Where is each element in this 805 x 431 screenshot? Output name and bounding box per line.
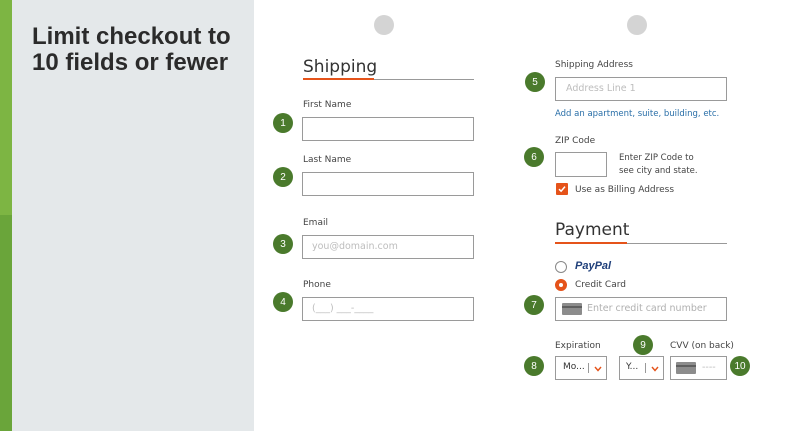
field-number-badge: 8 xyxy=(524,356,544,376)
field-number-badge: 5 xyxy=(525,72,545,92)
email-placeholder: you@domain.com xyxy=(312,241,398,252)
expiration-year-select[interactable]: Y... xyxy=(619,356,664,380)
select-divider xyxy=(645,363,646,373)
binder-hole-right xyxy=(627,15,647,35)
field-number-badge: 10 xyxy=(730,356,750,376)
shipping-address-label: Shipping Address xyxy=(555,60,633,70)
payment-heading: Payment xyxy=(555,220,630,240)
shipping-address-field[interactable]: Address Line 1 xyxy=(555,77,727,101)
last-name-label: Last Name xyxy=(303,155,352,165)
chevron-down-icon xyxy=(651,366,659,372)
paypal-logo-text: PayPal xyxy=(575,260,612,272)
credit-card-icon xyxy=(562,303,582,315)
expiration-label: Expiration xyxy=(555,341,601,351)
binder-hole-left xyxy=(374,15,394,35)
paypal-radio[interactable] xyxy=(555,261,567,273)
credit-card-number-field[interactable]: Enter credit card number xyxy=(555,297,727,321)
shipping-heading: Shipping xyxy=(303,57,378,77)
credit-card-radio[interactable] xyxy=(555,279,567,291)
paypal-logo: PayPal xyxy=(575,260,611,272)
card-number-placeholder: Enter credit card number xyxy=(587,303,707,314)
cvv-placeholder: ---- xyxy=(702,362,716,373)
expiration-month-select[interactable]: Mo... xyxy=(555,356,607,380)
shipping-heading-accent xyxy=(303,78,374,80)
chevron-down-icon xyxy=(594,366,602,372)
checkmark-icon xyxy=(558,186,566,193)
payment-heading-accent xyxy=(555,242,627,244)
email-field[interactable]: you@domain.com xyxy=(302,235,474,259)
field-number-badge: 7 xyxy=(524,295,544,315)
expiration-year-value: Y... xyxy=(626,362,639,372)
phone-placeholder: (___) ___-____ xyxy=(312,303,374,314)
first-name-field[interactable] xyxy=(302,117,474,141)
add-address-line-link[interactable]: Add an apartment, suite, building, etc. xyxy=(555,109,719,119)
field-number-badge: 1 xyxy=(273,113,293,133)
credit-card-label: Credit Card xyxy=(575,280,626,290)
phone-field[interactable]: (___) ___-____ xyxy=(302,297,474,321)
zip-code-field[interactable] xyxy=(555,152,607,177)
field-number-badge: 9 xyxy=(633,335,653,355)
slide-title: Limit checkout to 10 fields or fewer xyxy=(32,23,231,76)
billing-address-checkbox-label: Use as Billing Address xyxy=(575,185,675,195)
field-number-badge: 4 xyxy=(273,292,293,312)
accent-bar-highlight xyxy=(0,0,12,215)
field-number-badge: 2 xyxy=(273,167,293,187)
zip-code-hint: Enter ZIP Code to see city and state. xyxy=(619,153,698,176)
zip-code-label: ZIP Code xyxy=(555,136,596,146)
field-number-badge: 3 xyxy=(273,234,293,254)
last-name-field[interactable] xyxy=(302,172,474,196)
address-placeholder: Address Line 1 xyxy=(566,83,636,94)
cvv-card-icon xyxy=(676,362,696,374)
cvv-field[interactable]: ---- xyxy=(670,356,727,380)
phone-label: Phone xyxy=(303,280,331,290)
cvv-label: CVV (on back) xyxy=(670,341,734,351)
first-name-label: First Name xyxy=(303,100,352,110)
expiration-month-value: Mo... xyxy=(563,362,585,372)
select-divider xyxy=(588,363,589,373)
email-label: Email xyxy=(303,218,328,228)
billing-address-checkbox[interactable] xyxy=(556,183,568,195)
field-number-badge: 6 xyxy=(524,147,544,167)
